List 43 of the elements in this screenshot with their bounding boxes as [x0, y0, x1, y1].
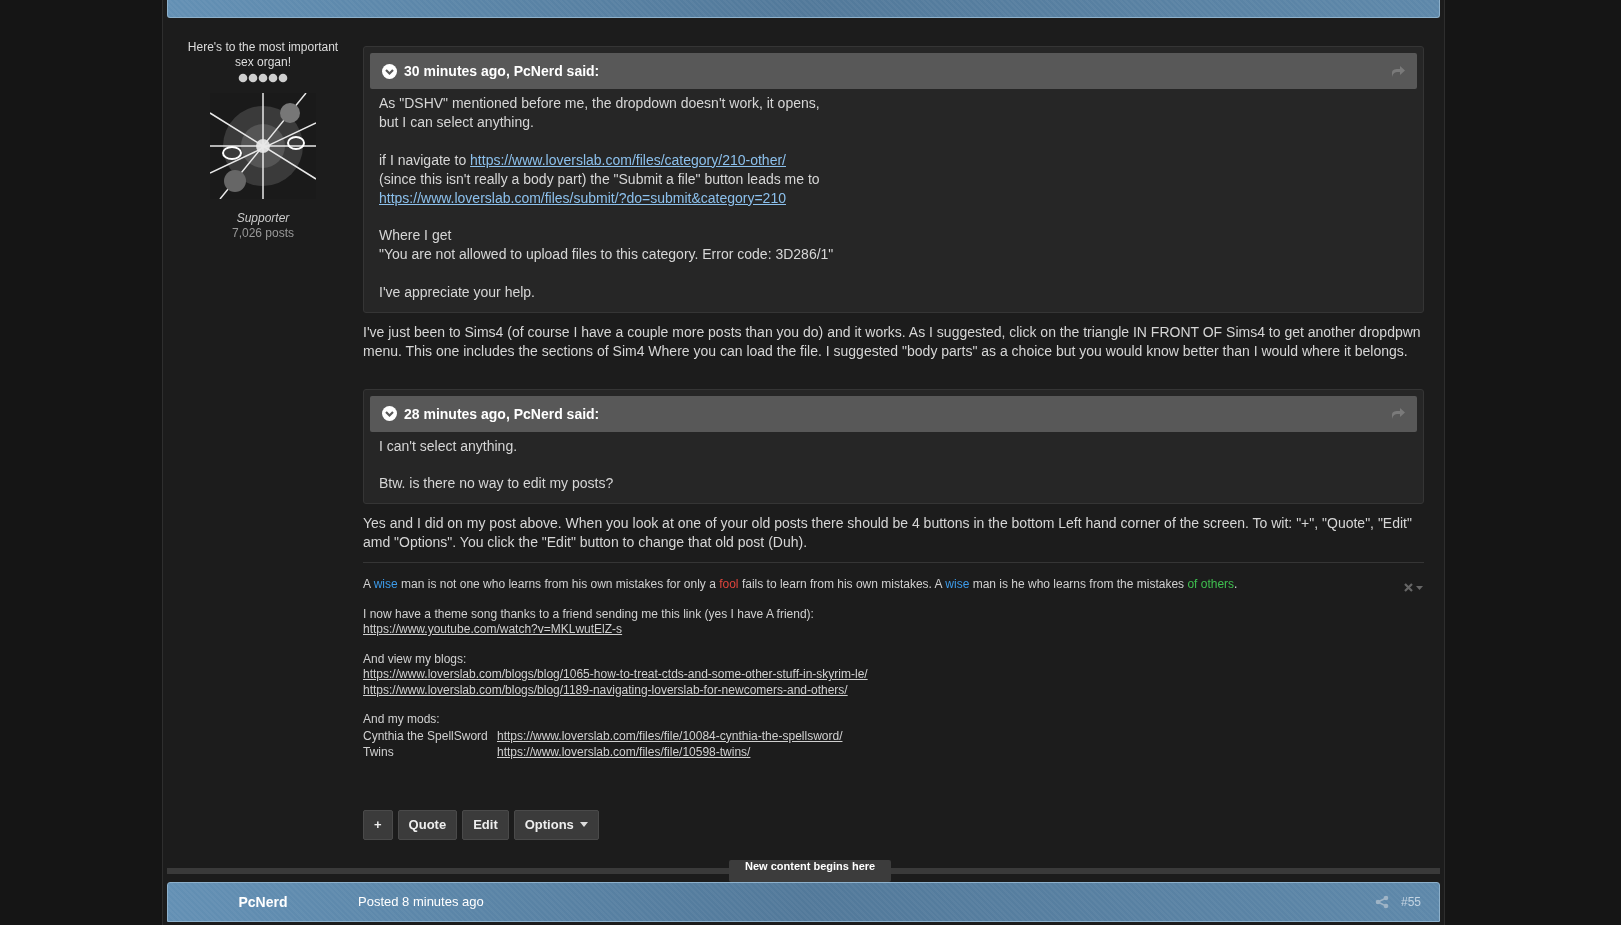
quote-text: "You are not allowed to upload files to this category. Error code: 3D286/1": [379, 245, 835, 264]
signature-text: And view my blogs:: [363, 651, 468, 667]
post-action-button[interactable]: Quote: [397, 809, 458, 840]
quote-text: I've appreciate your help.: [379, 282, 536, 302]
quote-text: Btw. is there no way to edit my posts?: [379, 474, 615, 493]
post-date: Posted 8 minutes ago: [358, 894, 484, 909]
share-arrow-icon[interactable]: [1391, 408, 1405, 419]
link[interactable]: https://www.loverslab.com/files/file/10084-cynthia-the-spellsword/: [497, 728, 843, 743]
post-text: I've just been to Sims4 (of course I have a couple more posts than you do) and it works. As I suggested, click on the triangle IN FRONT OF Sims4 to get another dropdpwn menu. This one includes the sections of Sim4 Where you can load the file. I suggested "body parts" as a choice but you would know better than I would where it belongs.: [363, 322, 1422, 361]
quote-citation: 28 minutes ago, PcNerd said:: [404, 405, 601, 422]
mod-name: Twins: [363, 743, 395, 760]
quote-text: Where I get: [379, 226, 453, 245]
post-count: 7,026 posts: [231, 226, 294, 241]
quote-text: (since this isn't really a body part) the "Submit a file" button leads me to: [379, 169, 821, 189]
link[interactable]: https://www.loverslab.com/files/submit/?do=submit&category=210: [379, 189, 786, 206]
close-dropdown-icon[interactable]: [1404, 583, 1424, 592]
rank-pips-icon: [237, 73, 289, 83]
link[interactable]: https://www.loverslab.com/blogs/blog/1189-navigating-loverslab-for-newcomers-and-others/: [363, 682, 848, 697]
link[interactable]: https://www.loverslab.com/files/file/10598-twins/: [497, 744, 751, 759]
member-title: Here's to the most important sex organ!: [186, 40, 340, 70]
link[interactable]: https://www.youtube.com/watch?v=MKLwutElZ-s: [363, 622, 623, 636]
signature-text: And my mods:: [363, 712, 441, 728]
quote-text: if I navigate to https://www.loverslab.com/files/category/210-other/: [379, 150, 787, 170]
share-arrow-icon[interactable]: [1391, 65, 1405, 77]
quote-text: but I can select anything.: [379, 113, 535, 132]
collapse-icon[interactable]: [382, 63, 397, 79]
quote-text: I can't select anything.: [379, 436, 519, 456]
post-text: Yes and I did on my post above. When you look at one of your old posts there should be 4 buttons in the bottom Left hand corner of the screen. To wit: "+", "Quote", "Edit" amd "Options". You click the "Edit" button to change that old post (Duh).: [363, 514, 1413, 552]
share-icon[interactable]: [1374, 894, 1389, 909]
link[interactable]: https://www.loverslab.com/blogs/blog/1065-how-to-treat-ctds-and-some-other-stuff-in-skyrim-le/: [363, 667, 868, 681]
signature-text: I now have a theme song thanks to a friend sending me this link (yes I have A friend):: [363, 606, 815, 622]
author-name[interactable]: PcNerd: [168, 893, 358, 910]
collapse-icon[interactable]: [382, 406, 397, 421]
quote-text: As "DSHV" mentioned before me, the dropdown doesn't work, it opens,: [379, 94, 821, 113]
link[interactable]: https://www.loverslab.com/files/category/210-other/: [470, 151, 786, 168]
new-content-label: New content begins here: [729, 859, 892, 882]
post-action-button[interactable]: Edit: [462, 809, 509, 840]
options-dropdown[interactable]: Options: [513, 809, 599, 840]
mod-name: Cynthia the SpellSword: [363, 727, 489, 744]
quote-citation: 30 minutes ago, PcNerd said:: [404, 63, 601, 79]
member-group: Supporter: [236, 211, 290, 226]
signature-text: A wise man is not one who learns from his own mistakes for only a fool fails to learn from his own mistakes. A wise man is he who learns from the mistakes of others.: [363, 577, 1239, 593]
post-action-button[interactable]: +: [363, 809, 393, 840]
